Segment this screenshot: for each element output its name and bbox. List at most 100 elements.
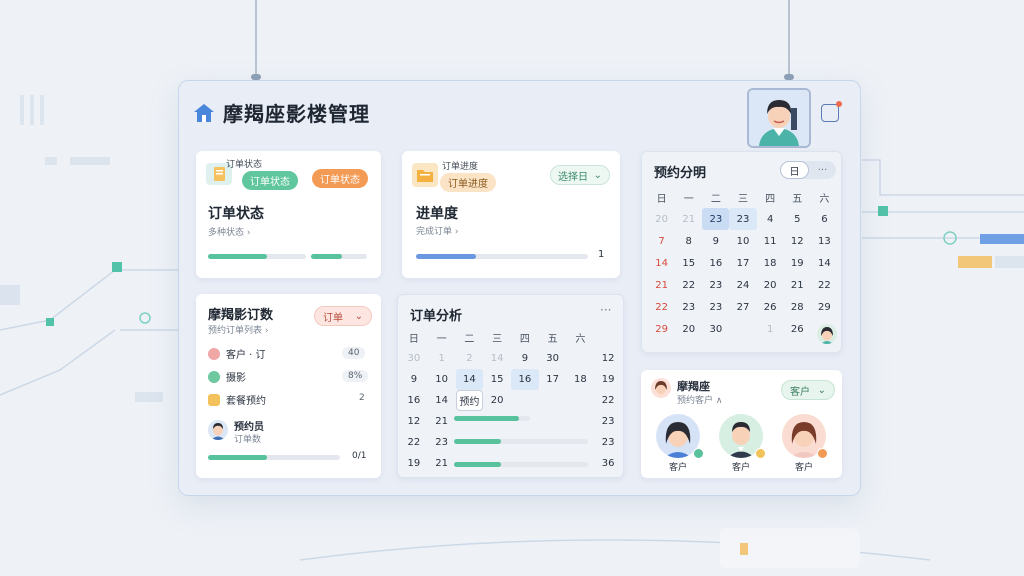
calendar-day-4-5[interactable]: 28 bbox=[784, 296, 811, 318]
calendar-day-1-4[interactable]: 11 bbox=[757, 230, 784, 252]
orders-list-card[interactable]: 摩羯影订数 预约订单列表 › 订单 ⌄ 客户 · 订 40 摄影 8% 套餐预约… bbox=[196, 294, 381, 478]
calendar-day-4-0[interactable]: 22 bbox=[648, 296, 675, 318]
calendar-view-toggle[interactable]: 日 ··· bbox=[780, 161, 836, 179]
analysis-day-0-2[interactable]: 2 bbox=[456, 348, 484, 369]
home-icon[interactable] bbox=[193, 103, 215, 123]
orders-item-2[interactable]: 摄影 bbox=[208, 369, 246, 384]
calendar-day-3-2[interactable]: 23 bbox=[702, 274, 729, 296]
analysis-day-1-5[interactable]: 17 bbox=[539, 369, 567, 390]
analysis-day-1-0[interactable]: 9 bbox=[400, 369, 428, 390]
calendar-day-1-2[interactable]: 9 bbox=[702, 230, 729, 252]
calendar-day-4-3[interactable]: 27 bbox=[729, 296, 756, 318]
calendar-day-4-2[interactable]: 23 bbox=[702, 296, 729, 318]
calendar-day-2-1[interactable]: 15 bbox=[675, 252, 702, 274]
analysis-day-1-4[interactable]: 16 bbox=[511, 369, 539, 390]
analysis-day-0-4[interactable]: 9 bbox=[511, 348, 539, 369]
analysis-day-0-5[interactable]: 30 bbox=[539, 348, 567, 369]
calendar-day-4-6[interactable]: 29 bbox=[811, 296, 838, 318]
orders-item-1[interactable]: 客户 · 订 bbox=[208, 346, 266, 361]
calendar-day-3-4[interactable]: 20 bbox=[757, 274, 784, 296]
analysis-day-5-7[interactable]: 36 bbox=[594, 453, 622, 474]
calendar-day-0-6[interactable]: 6 bbox=[811, 208, 838, 230]
analysis-day-3-1[interactable]: 21 bbox=[428, 411, 456, 432]
calendar-day-5-2[interactable]: 30 bbox=[702, 318, 729, 340]
orders-item-3[interactable]: 套餐预约 bbox=[208, 392, 266, 407]
notification-button[interactable] bbox=[821, 101, 842, 122]
analysis-day-1-3[interactable]: 15 bbox=[483, 369, 511, 390]
calendar-more-button[interactable]: ··· bbox=[809, 161, 836, 179]
status-subtitle[interactable]: 多种状态 › bbox=[208, 225, 250, 238]
calendar-day-2-5[interactable]: 19 bbox=[784, 252, 811, 274]
calendar-day-5-1[interactable]: 20 bbox=[675, 318, 702, 340]
order-status-card[interactable]: 订单状态 订单状态 订单状态 订单状态 多种状态 › bbox=[196, 151, 381, 278]
analysis-day-5-1[interactable]: 21 bbox=[428, 453, 456, 474]
calendar-day-4-4[interactable]: 26 bbox=[757, 296, 784, 318]
analysis-day-5-0[interactable]: 19 bbox=[400, 453, 428, 474]
analysis-day-0-0[interactable]: 30 bbox=[400, 348, 428, 369]
calendar-view-day[interactable]: 日 bbox=[780, 161, 809, 179]
progress-subtitle[interactable]: 完成订单 › bbox=[416, 224, 458, 237]
day-select-dropdown[interactable]: 选择日 ⌄ bbox=[550, 165, 610, 185]
calendar-day-0-3[interactable]: 23 bbox=[729, 208, 757, 230]
analysis-day-3-7[interactable]: 23 bbox=[594, 411, 622, 432]
analysis-day-3-0[interactable]: 12 bbox=[400, 411, 428, 432]
analysis-more-button[interactable]: ··· bbox=[600, 303, 611, 317]
analysis-day-2-2[interactable]: 预约 bbox=[455, 390, 484, 411]
order-analysis-card[interactable]: 订单分析 ··· 日一二三四五六 30 1 2 14 9 30 12 9 10 14 15 16 17 18… bbox=[397, 294, 624, 478]
appointment-calendar-card[interactable]: 预约分明 日 ··· 日一二三四五六 20 21 23 23 4 5 6 7 8 9 10 11 12 13… bbox=[641, 151, 842, 353]
calendar-day-0-5[interactable]: 5 bbox=[784, 208, 811, 230]
calendar-day-0-0[interactable]: 20 bbox=[648, 208, 675, 230]
calendar-day-1-3[interactable]: 10 bbox=[729, 230, 756, 252]
analysis-day-2-7[interactable]: 22 bbox=[594, 390, 622, 411]
status-pill-orange[interactable]: 订单状态 bbox=[312, 169, 368, 188]
analysis-day-1-7[interactable]: 19 bbox=[594, 369, 622, 390]
calendar-day-5-4[interactable]: 1 bbox=[757, 318, 784, 340]
analysis-day-2-0[interactable]: 16 bbox=[400, 390, 428, 411]
analysis-day-3-3 bbox=[483, 411, 511, 432]
analysis-day-1-6[interactable]: 18 bbox=[567, 369, 595, 390]
analysis-day-0-3[interactable]: 14 bbox=[483, 348, 511, 369]
clients-card[interactable]: 摩羯座 预约客户 ∧ 客户 ⌄ 客户 客户 客户 bbox=[641, 370, 842, 478]
calendar-day-3-1[interactable]: 22 bbox=[675, 274, 702, 296]
analysis-day-4-1[interactable]: 23 bbox=[428, 432, 456, 453]
analysis-day-1-1[interactable]: 10 bbox=[428, 369, 456, 390]
analysis-weekday-0: 日 bbox=[408, 334, 419, 345]
clients-subtitle[interactable]: 预约客户 ∧ bbox=[677, 393, 722, 406]
calendar-day-2-6[interactable]: 14 bbox=[811, 252, 838, 274]
user-avatar[interactable] bbox=[747, 88, 811, 148]
calendar-day-1-1[interactable]: 8 bbox=[675, 230, 702, 252]
orders-subtitle[interactable]: 预约订单列表 › bbox=[208, 323, 268, 336]
clients-filter-dropdown[interactable]: 客户 ⌄ bbox=[781, 380, 835, 400]
calendar-day-2-3[interactable]: 17 bbox=[729, 252, 756, 274]
calendar-day-2-4[interactable]: 18 bbox=[757, 252, 784, 274]
analysis-day-0-7[interactable]: 12 bbox=[594, 348, 622, 369]
progress-tag-pill[interactable]: 订单进度 bbox=[440, 173, 496, 192]
calendar-day-3-0[interactable]: 21 bbox=[648, 274, 675, 296]
progress-tag-label: 订单进度 bbox=[442, 162, 479, 172]
calendar-day-3-6[interactable]: 22 bbox=[811, 274, 838, 296]
analysis-day-2-3[interactable]: 20 bbox=[483, 390, 511, 411]
calendar-day-2-2[interactable]: 16 bbox=[702, 252, 729, 274]
status-pill-green[interactable]: 订单状态 bbox=[242, 171, 298, 190]
calendar-day-0-1[interactable]: 21 bbox=[675, 208, 702, 230]
calendar-day-3-3[interactable]: 24 bbox=[729, 274, 756, 296]
analysis-day-2-1[interactable]: 14 bbox=[428, 390, 456, 411]
calendar-user-avatar[interactable] bbox=[817, 324, 837, 344]
calendar-day-1-6[interactable]: 13 bbox=[811, 230, 838, 252]
calendar-day-2-0[interactable]: 14 bbox=[648, 252, 675, 274]
orders-filter-dropdown[interactable]: 订单 ⌄ bbox=[314, 306, 372, 326]
order-progress-card[interactable]: 订单进度 订单进度 选择日 ⌄ 进单度 完成订单 › 1 bbox=[402, 151, 620, 278]
calendar-day-1-0[interactable]: 7 bbox=[648, 230, 675, 252]
calendar-day-3-5[interactable]: 21 bbox=[784, 274, 811, 296]
calendar-day-5-0[interactable]: 29 bbox=[648, 318, 675, 340]
analysis-day-0-1[interactable]: 1 bbox=[428, 348, 456, 369]
analysis-day-4-0[interactable]: 22 bbox=[400, 432, 428, 453]
calendar-day-0-2[interactable]: 23 bbox=[702, 208, 730, 230]
analysis-day-4-7[interactable]: 23 bbox=[594, 432, 622, 453]
calendar-day-4-1[interactable]: 23 bbox=[675, 296, 702, 318]
calendar-day-5-5[interactable]: 26 bbox=[784, 318, 811, 340]
analysis-day-1-2[interactable]: 14 bbox=[455, 369, 484, 390]
staff-avatar[interactable] bbox=[208, 420, 228, 440]
calendar-day-0-4[interactable]: 4 bbox=[757, 208, 784, 230]
calendar-day-1-5[interactable]: 12 bbox=[784, 230, 811, 252]
